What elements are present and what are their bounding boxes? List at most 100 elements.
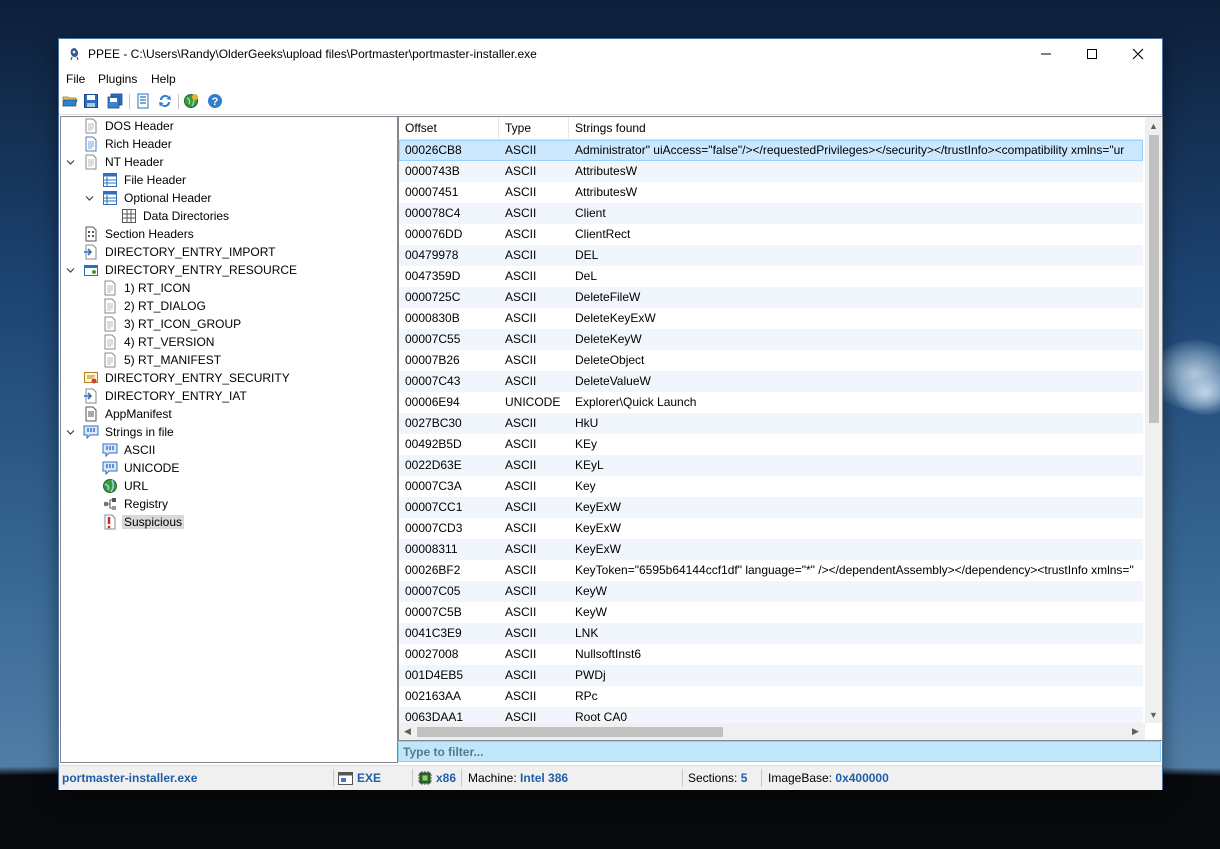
table-row[interactable]: 00007C3A ASCII Key <box>399 476 1143 497</box>
table-row[interactable]: 00007B26 ASCII DeleteObject <box>399 350 1143 371</box>
table-row[interactable]: 00026CB8 ASCII Administrator" uiAccess="fa… <box>399 140 1143 161</box>
tree-item-rich-header[interactable]: Rich Header <box>83 135 174 153</box>
horizontal-scroll-thumb[interactable] <box>417 727 723 737</box>
tree-item-2-rt-dialog[interactable]: 2) RT_DIALOG <box>102 297 208 315</box>
type-cell: ASCII <box>505 542 537 556</box>
tree-item-data-directories[interactable]: Data Directories <box>121 207 231 225</box>
plugin-globe-icon[interactable] <box>183 93 199 109</box>
tree-item-optional-header[interactable]: Optional Header <box>102 189 213 207</box>
tree-item-1-rt-icon[interactable]: 1) RT_ICON <box>102 279 192 297</box>
maximize-button[interactable] <box>1069 39 1115 69</box>
table-row[interactable]: 0041C3E9 ASCII LNK <box>399 623 1143 644</box>
offset-cell: 00026CB8 <box>405 143 462 157</box>
close-button[interactable] <box>1115 39 1161 69</box>
filter-input[interactable] <box>399 742 1160 761</box>
help-icon[interactable]: ? <box>207 93 223 109</box>
menu-plugins[interactable]: Plugins <box>98 72 137 86</box>
offset-cell: 0027BC30 <box>405 416 462 430</box>
refresh-icon[interactable] <box>157 93 173 109</box>
table-row[interactable]: 002163AA ASCII RPc <box>399 686 1143 707</box>
tree-item-4-rt-version[interactable]: 4) RT_VERSION <box>102 333 216 351</box>
tree-item-url[interactable]: URL <box>102 477 150 495</box>
hex-view-icon[interactable] <box>135 93 151 109</box>
scroll-up-icon[interactable]: ▲ <box>1145 117 1162 134</box>
table-row[interactable]: 000076DD ASCII ClientRect <box>399 224 1143 245</box>
table-row[interactable]: 000078C4 ASCII Client <box>399 203 1143 224</box>
strings-list[interactable]: Offset Type Strings found 00026CB8 ASCII A… <box>398 116 1163 741</box>
scroll-down-icon[interactable]: ▼ <box>1145 706 1162 723</box>
minimize-button[interactable] <box>1023 39 1069 69</box>
vertical-scroll-thumb[interactable] <box>1149 135 1159 423</box>
expander-strings-in-file-icon[interactable] <box>65 427 75 437</box>
tree-item-dos-header[interactable]: DOS Header <box>83 117 176 135</box>
tree-item-file-header[interactable]: File Header <box>102 171 188 189</box>
open-folder-icon[interactable] <box>62 93 78 109</box>
expander-optional-header-icon[interactable] <box>84 193 94 203</box>
tree-item-appmanifest[interactable]: AppManifest <box>83 405 174 423</box>
offset-cell: 000078C4 <box>405 206 461 220</box>
table-row[interactable]: 001D4EB5 ASCII PWDj <box>399 665 1143 686</box>
tree-item-directory-entry-import[interactable]: DIRECTORY_ENTRY_IMPORT <box>83 243 277 261</box>
table-row[interactable]: 0000725C ASCII DeleteFileW <box>399 287 1143 308</box>
tree-item-directory-entry-security[interactable]: DIRECTORY_ENTRY_SECURITY <box>83 369 292 387</box>
globe-icon <box>102 478 118 494</box>
scroll-right-icon[interactable]: ▶ <box>1127 723 1144 740</box>
status-separator <box>682 769 683 787</box>
tree-item-5-rt-manifest[interactable]: 5) RT_MANIFEST <box>102 351 223 369</box>
table-row[interactable]: 00007CC1 ASCII KeyExW <box>399 497 1143 518</box>
table-row[interactable]: 00007451 ASCII AttributesW <box>399 182 1143 203</box>
table-row[interactable]: 00007CD3 ASCII KeyExW <box>399 518 1143 539</box>
table-row[interactable]: 00027008 ASCII NullsoftInst6 <box>399 644 1143 665</box>
expander-directory-entry-resource-icon[interactable] <box>65 265 75 275</box>
table-row[interactable]: 0027BC30 ASCII HkU <box>399 413 1143 434</box>
table-row[interactable]: 00492B5D ASCII KEy <box>399 434 1143 455</box>
offset-cell: 00007CC1 <box>405 500 463 514</box>
table-row[interactable]: 0063DAA1 ASCII Root CA0 <box>399 707 1143 723</box>
tree-item-directory-entry-resource[interactable]: DIRECTORY_ENTRY_RESOURCE <box>83 261 299 279</box>
table-row[interactable]: 0022D63E ASCII KEyL <box>399 455 1143 476</box>
tree-item-nt-header[interactable]: NT Header <box>83 153 165 171</box>
table-row[interactable]: 0047359D ASCII DeL <box>399 266 1143 287</box>
horizontal-scrollbar[interactable]: ◀ ▶ <box>399 723 1145 740</box>
save-icon[interactable] <box>83 93 99 109</box>
save-all-icon[interactable] <box>107 93 123 109</box>
table-row[interactable]: 0000743B ASCII AttributesW <box>399 161 1143 182</box>
table-row[interactable]: 00006E94 UNICODE Explorer\Quick Launch <box>399 392 1143 413</box>
tree-item-section-headers[interactable]: Section Headers <box>83 225 196 243</box>
pe-structure-tree[interactable]: DOS Header Rich Header NT Header File Heade… <box>60 116 398 763</box>
doc-icon <box>102 316 118 332</box>
table-row[interactable]: 00007C05 ASCII KeyW <box>399 581 1143 602</box>
menu-file[interactable]: File <box>66 72 85 86</box>
column-header-offset[interactable]: Offset <box>399 117 499 139</box>
table-row[interactable]: 00007C5B ASCII KeyW <box>399 602 1143 623</box>
tree-item-ascii[interactable]: ASCII <box>102 441 157 459</box>
string-cell: KeyW <box>575 584 608 598</box>
scroll-left-icon[interactable]: ◀ <box>399 723 416 740</box>
table-row[interactable]: 0000830B ASCII DeleteKeyExW <box>399 308 1143 329</box>
table-row[interactable]: 00007C55 ASCII DeleteKeyW <box>399 329 1143 350</box>
tree-item-strings-in-file[interactable]: Strings in file <box>83 423 176 441</box>
column-header-type[interactable]: Type <box>499 117 569 139</box>
status-separator <box>333 769 334 787</box>
expander-nt-header-icon[interactable] <box>65 157 75 167</box>
table-row[interactable]: 00026BF2 ASCII KeyToken="6595b64144ccf1df"… <box>399 560 1143 581</box>
column-header-strings[interactable]: Strings found <box>569 117 1143 139</box>
tree-item-registry[interactable]: Registry <box>102 495 170 513</box>
table-row[interactable]: 00479978 ASCII DEL <box>399 245 1143 266</box>
tree-item-directory-entry-iat[interactable]: DIRECTORY_ENTRY_IAT <box>83 387 249 405</box>
offset-cell: 0041C3E9 <box>405 626 462 640</box>
menu-help[interactable]: Help <box>151 72 176 86</box>
status-sections-label: Sections: <box>688 771 738 785</box>
offset-cell: 00027008 <box>405 647 459 661</box>
table-row[interactable]: 00007C43 ASCII DeleteValueW <box>399 371 1143 392</box>
table-row[interactable]: 00008311 ASCII KeyExW <box>399 539 1143 560</box>
tree-item-label: Data Directories <box>143 209 230 223</box>
type-cell: ASCII <box>505 332 537 346</box>
tree-item-label: URL <box>124 479 149 493</box>
tree-item-3-rt-icon-group[interactable]: 3) RT_ICON_GROUP <box>102 315 243 333</box>
title-bar[interactable]: PPEE - C:\Users\Randy\OlderGeeks\upload … <box>59 39 1162 69</box>
tree-item-label: Registry <box>124 497 169 511</box>
tree-item-suspicious[interactable]: Suspicious <box>102 513 185 531</box>
tree-item-unicode[interactable]: UNICODE <box>102 459 181 477</box>
vertical-scrollbar[interactable]: ▲ ▼ <box>1145 117 1162 723</box>
